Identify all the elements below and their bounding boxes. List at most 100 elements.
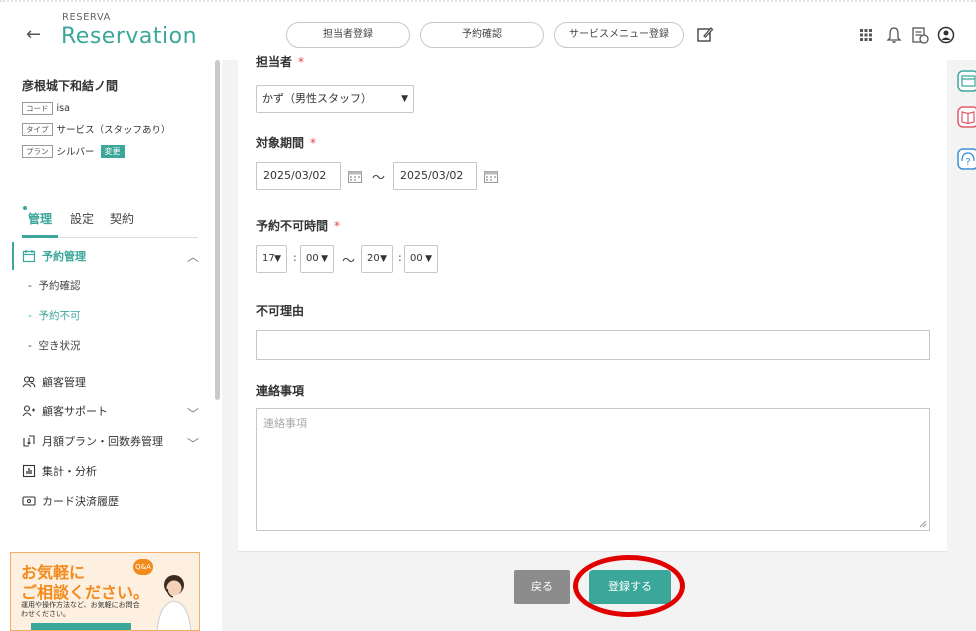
active-dot [23, 206, 27, 210]
sidebar-scrollbar[interactable] [215, 60, 220, 400]
start-minute-select[interactable]: 00 ▼ [300, 245, 334, 273]
submenu-availability[interactable]: - 空き状況 [28, 338, 80, 353]
staff-label-text: 担当者 [256, 55, 293, 69]
calendar-doc-icon[interactable] [911, 26, 929, 44]
tab-contract[interactable]: 契約 [110, 210, 134, 227]
staff-label: 担当者 * [256, 53, 304, 70]
type-tag: タイプ [22, 122, 53, 136]
menu-card-history-label: カード決済履歴 [42, 495, 119, 508]
qa-badge: Q&A [133, 559, 153, 575]
chevron-up-icon[interactable]: ︿ [187, 248, 199, 265]
required-mark: * [298, 55, 305, 69]
plan-change-button[interactable]: 変更 [100, 144, 125, 158]
submenu-reservation-unavailable-label: 予約不可 [38, 310, 81, 322]
staff-select[interactable]: かず（男性スタッフ） ▼ [256, 85, 414, 113]
nav-staff-register-button[interactable]: 担当者登録 [286, 22, 410, 48]
plan-row: プラン シルバー 変更 [22, 144, 125, 158]
end-hour-value: 20 [367, 253, 380, 264]
start-minute-value: 00 [306, 253, 319, 264]
tab-manage[interactable]: 管理 [28, 210, 52, 227]
grid-icon[interactable] [857, 26, 875, 44]
reason-label: 不可理由 [256, 304, 305, 318]
menu-analytics[interactable]: 集計・分析 [22, 463, 97, 479]
staff-select-value: かず（男性スタッフ） [262, 92, 372, 105]
menu-monthly-plan[interactable]: 月額プラン・回数券管理 [22, 433, 163, 449]
type-row: タイプ サービス（スタッフあり） [22, 122, 171, 136]
refresh-box-icon [23, 435, 35, 447]
unavailable-time-label: 予約不可時間 * [256, 217, 340, 234]
users-icon [22, 376, 36, 388]
book-icon[interactable] [957, 106, 976, 128]
banner-line2: ご相談ください。 [21, 583, 150, 602]
support-banner[interactable]: お気軽に ご相談ください。 運用や操作方法など、お気軽にお問合わせください。 Q… [10, 552, 200, 631]
reason-input[interactable] [256, 330, 930, 360]
end-minute-select[interactable]: 00 ▼ [404, 245, 438, 273]
submenu-availability-label: 空き状況 [38, 340, 81, 352]
tab-settings[interactable]: 設定 [70, 210, 94, 227]
code-value: isa [56, 103, 70, 114]
svg-text:?: ? [965, 157, 970, 168]
calendar-icon[interactable] [484, 171, 498, 183]
contact-placeholder: 連絡事項 [263, 417, 307, 430]
time-colon: : [398, 251, 402, 264]
browser-window-icon[interactable] [957, 70, 976, 92]
menu-customer-support-label: 顧客サポート [42, 405, 108, 418]
user-plus-icon [22, 405, 35, 417]
required-mark: * [310, 136, 317, 150]
menu-active-indicator [12, 242, 14, 270]
menu-customer-management[interactable]: 顧客管理 [22, 374, 86, 390]
nav-reservation-confirm-button[interactable]: 予約確認 [420, 22, 544, 48]
menu-monthly-plan-label: 月額プラン・回数券管理 [42, 435, 163, 448]
bell-icon[interactable] [885, 26, 903, 44]
contact-label: 連絡事項 [256, 384, 305, 398]
period-label: 対象期間 * [256, 134, 316, 151]
plan-tag: プラン [22, 144, 53, 158]
app-header: ← RESERVA Reservation 担当者登録 予約確認 サービスメニュ… [0, 0, 976, 60]
back-arrow-icon[interactable]: ← [26, 24, 41, 45]
user-circle-icon[interactable] [937, 26, 955, 44]
highlight-annotation-circle [573, 555, 685, 617]
resize-handle-icon[interactable] [919, 520, 927, 528]
period-separator: 〜 [372, 171, 386, 186]
submenu-reservation-confirm-label: 予約確認 [38, 280, 81, 292]
calendar-icon[interactable] [348, 171, 362, 183]
bar-chart-icon [22, 464, 36, 478]
reservation-unavailable-form: 担当者 * かず（男性スタッフ） ▼ 対象期間 * 2025/03/02 〜 202… [238, 55, 947, 552]
shop-name: 彦根城下和結ノ間 [22, 79, 119, 93]
menu-customer-management-label: 顧客管理 [42, 376, 86, 389]
brand-subtitle: RESERVA [62, 12, 111, 23]
menu-customer-support[interactable]: 顧客サポート [22, 403, 108, 419]
banner-line3: 運用や操作方法など、お気軽にお問合わせください。 [21, 601, 140, 618]
period-label-text: 対象期間 [256, 136, 305, 150]
credit-card-icon [22, 496, 36, 506]
active-tab-underline [22, 235, 58, 238]
brand-logo[interactable]: Reservation [61, 24, 197, 49]
sidebar-tabs: 管理 設定 契約 [22, 200, 198, 238]
calendar-icon [22, 250, 36, 263]
submenu-reservation-unavailable[interactable]: - 予約不可 [28, 308, 80, 323]
chevron-down-icon: ▼ [425, 254, 432, 264]
operator-illustration-icon [156, 575, 192, 630]
chevron-down-icon[interactable]: ﹀ [187, 405, 199, 422]
help-headset-icon[interactable]: ? [957, 148, 976, 170]
code-tag: コード [22, 102, 53, 115]
chevron-down-icon: ▼ [380, 254, 387, 264]
sidebar: 彦根城下和結ノ間 コード isa タイプ サービス（スタッフあり） プラン シル… [0, 60, 222, 631]
menu-card-history[interactable]: カード決済履歴 [22, 493, 119, 509]
plan-value: シルバー [56, 147, 95, 158]
time-separator: 〜 [342, 254, 356, 269]
chevron-down-icon: ▼ [401, 94, 408, 104]
chevron-down-icon[interactable]: ﹀ [187, 435, 199, 452]
end-minute-value: 00 [410, 253, 423, 264]
submenu-reservation-confirm[interactable]: - 予約確認 [28, 278, 80, 293]
menu-reservation-management[interactable]: 予約管理 [22, 248, 86, 264]
back-button[interactable]: 戻る [514, 570, 570, 604]
contact-textarea[interactable]: 連絡事項 [256, 408, 930, 531]
banner-contact-button[interactable] [31, 623, 131, 630]
end-hour-select[interactable]: 20 ▼ [361, 245, 393, 273]
edit-icon[interactable] [696, 26, 714, 44]
date-to-input[interactable]: 2025/03/02 [393, 162, 477, 190]
date-from-input[interactable]: 2025/03/02 [256, 162, 341, 190]
start-hour-select[interactable]: 17 ▼ [256, 245, 287, 273]
nav-service-menu-register-button[interactable]: サービスメニュー登録 [554, 22, 684, 48]
